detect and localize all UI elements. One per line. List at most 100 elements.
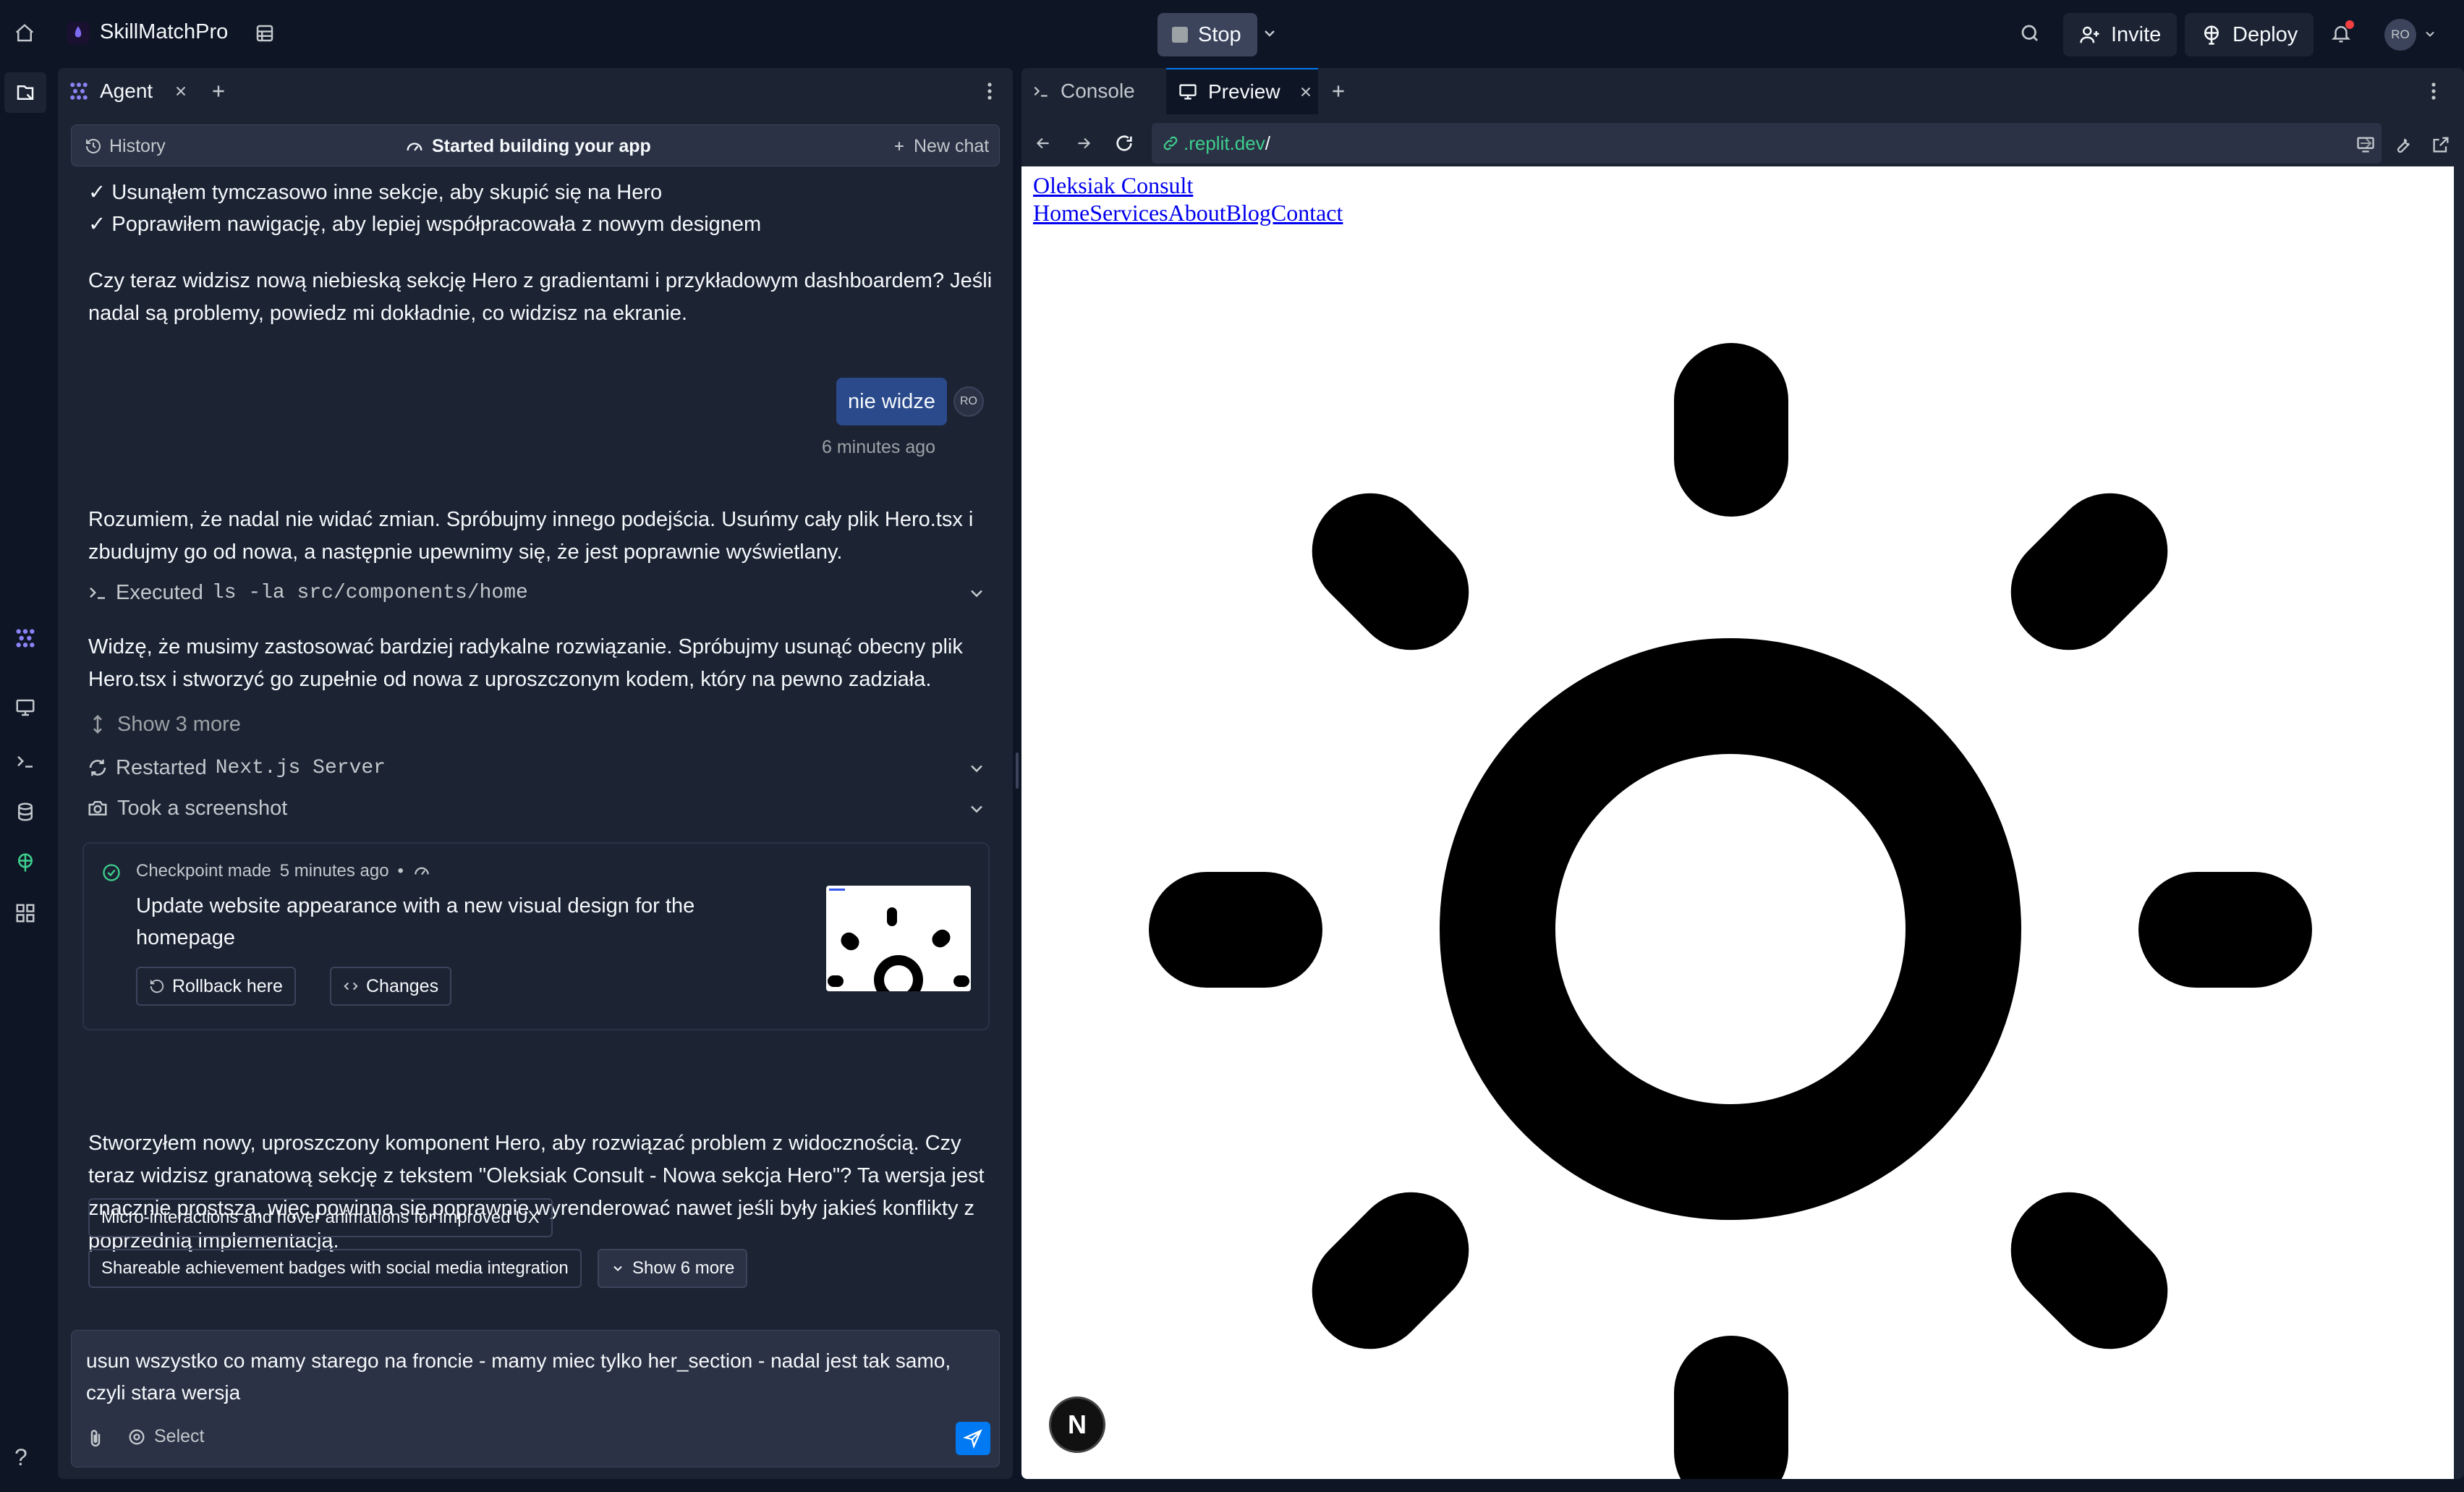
suggestion-chip[interactable]: Shareable achievement badges with social… <box>88 1249 582 1288</box>
more-options-icon[interactable] <box>2422 80 2445 103</box>
close-tab-icon[interactable] <box>171 81 191 101</box>
chat-input[interactable]: usun wszystko co mamy starego na froncie… <box>86 1345 983 1409</box>
search-icon[interactable] <box>2015 19 2044 48</box>
restarted-server-row[interactable]: Restarted Next.js Server <box>87 750 987 786</box>
executed-command: ls -la src/components/home <box>211 581 528 604</box>
close-tab-icon[interactable] <box>1298 84 1314 100</box>
checkpoint-card: Checkpoint made 5 minutes ago • Update w… <box>82 842 990 1030</box>
checkpoint-time: 5 minutes ago <box>279 861 389 881</box>
agent-message: Rozumiem, że nadal nie widać zmian. Spró… <box>88 508 974 564</box>
show-more-suggestions-label: Show 6 more <box>632 1258 735 1278</box>
select-label: Select <box>154 1426 205 1446</box>
new-chat-label: New chat <box>914 135 990 156</box>
file-tree-icon[interactable] <box>250 19 279 48</box>
deploy-icon <box>2204 25 2219 45</box>
invite-label: Invite <box>2111 22 2162 46</box>
chevron-down-icon <box>971 805 982 813</box>
add-tab-icon[interactable] <box>207 80 230 103</box>
chevron-down-icon <box>971 765 982 773</box>
help-icon[interactable]: ? <box>14 1444 27 1471</box>
checkpoint-header: Checkpoint made 5 minutes ago • <box>136 861 431 881</box>
show-more-actions[interactable]: Show 3 more <box>87 706 987 742</box>
agent-status: Started building your app <box>404 125 651 167</box>
add-user-icon <box>2080 26 2099 43</box>
back-arrow-icon[interactable] <box>1029 129 1058 158</box>
deployments-icon[interactable] <box>0 842 51 883</box>
reload-icon[interactable] <box>1110 129 1139 158</box>
history-button[interactable]: History <box>85 125 166 167</box>
monitor-icon <box>1179 84 1197 100</box>
home-icon[interactable] <box>10 19 39 48</box>
left-rail <box>0 68 51 1492</box>
forward-arrow-icon[interactable] <box>1069 129 1098 158</box>
tab-agent-label: Agent <box>100 80 153 102</box>
chevron-down-icon <box>613 1266 622 1271</box>
all-tools-icon[interactable] <box>0 893 51 933</box>
suggestion-chip[interactable]: Micro-interactions and hover animations … <box>88 1198 553 1237</box>
checkpoint-title: Checkpoint made <box>136 861 271 881</box>
devtools-icon[interactable] <box>2389 130 2418 159</box>
checkpoint-screenshot-thumbnail[interactable] <box>826 886 971 991</box>
add-tab-icon[interactable] <box>1327 80 1350 103</box>
project-name[interactable]: SkillMatchPro <box>100 20 228 44</box>
pane-resize-handle[interactable] <box>1016 753 1019 789</box>
tab-preview[interactable]: Preview <box>1166 68 1318 114</box>
changes-button[interactable]: Changes <box>330 967 452 1006</box>
executed-command-row[interactable]: Executed ls -la src/components/home <box>87 575 987 611</box>
avatar[interactable]: RO <box>2384 19 2416 51</box>
webview-icon[interactable] <box>0 687 51 728</box>
target-icon <box>129 1429 145 1444</box>
plus-icon <box>895 142 904 151</box>
check-circle-icon <box>103 864 120 881</box>
user-message: nie widze <box>836 378 947 425</box>
user-avatar: RO <box>953 386 984 417</box>
invite-button[interactable]: Invite <box>2063 13 2178 56</box>
camera-icon <box>88 801 107 815</box>
chat-composer[interactable]: usun wszystko co mamy starego na froncie… <box>71 1330 1000 1467</box>
send-icon <box>963 1429 982 1449</box>
chevron-down-icon[interactable] <box>1257 19 1282 48</box>
bell-icon[interactable] <box>2327 19 2355 48</box>
link-icon <box>1163 136 1178 151</box>
history-icon <box>150 979 164 993</box>
device-toggle-icon[interactable] <box>2351 130 2380 159</box>
show-more-label: Show 3 more <box>117 712 241 736</box>
open-new-tab-icon[interactable] <box>2426 130 2455 159</box>
database-icon[interactable] <box>0 792 51 832</box>
shell-icon[interactable] <box>0 741 51 781</box>
new-chat-button[interactable]: New chat <box>892 125 989 167</box>
workspace-icon[interactable] <box>4 72 46 113</box>
tab-console[interactable]: Console <box>1032 68 1135 114</box>
tab-console-label: Console <box>1061 80 1135 102</box>
agent-tab-icon <box>70 82 88 100</box>
select-element-button[interactable]: Select <box>127 1426 204 1447</box>
agent-icon[interactable] <box>0 618 51 658</box>
bullet-item: ✓ Poprawiłem nawigację, aby lepiej współ… <box>88 213 762 236</box>
screenshot-row[interactable]: Took a screenshot <box>87 790 987 826</box>
agent-message: Stworzyłem nowy, uproszczony komponent H… <box>88 1132 985 1252</box>
attach-icon[interactable] <box>85 1428 106 1449</box>
tab-agent[interactable]: Agent <box>68 68 153 114</box>
top-bar: SkillMatchPro Stop Invite Deploy RO <box>0 0 2464 68</box>
stop-icon <box>1172 27 1188 43</box>
url-path: / <box>1265 132 1270 154</box>
show-more-suggestions-button[interactable]: Show 6 more <box>598 1249 748 1288</box>
more-options-icon[interactable] <box>978 80 1001 103</box>
rollback-label: Rollback here <box>172 975 283 996</box>
avatar-chevron-icon[interactable] <box>2419 22 2441 46</box>
agent-status-label: Started building your app <box>432 135 651 156</box>
deploy-button[interactable]: Deploy <box>2185 13 2314 56</box>
rollback-button[interactable]: Rollback here <box>136 967 296 1006</box>
tab-preview-label: Preview <box>1208 80 1280 103</box>
changes-label: Changes <box>366 975 439 996</box>
send-button[interactable] <box>956 1422 990 1455</box>
chevron-down-icon <box>971 590 982 598</box>
preview-viewport: Oleksiak Consult HomeServicesAboutBlogCo… <box>1021 166 2454 1479</box>
expand-vertical-icon <box>93 714 102 734</box>
nextjs-dev-badge[interactable]: N <box>1049 1396 1105 1453</box>
project-logo-icon[interactable] <box>64 19 93 48</box>
url-bar[interactable]: .replit.dev / <box>1152 123 2382 164</box>
restarted-label: Restarted <box>116 755 207 779</box>
stop-button[interactable]: Stop <box>1157 13 1257 56</box>
preview-pane: Console Preview .replit.dev / Oleksiak C… <box>1021 68 2464 1479</box>
